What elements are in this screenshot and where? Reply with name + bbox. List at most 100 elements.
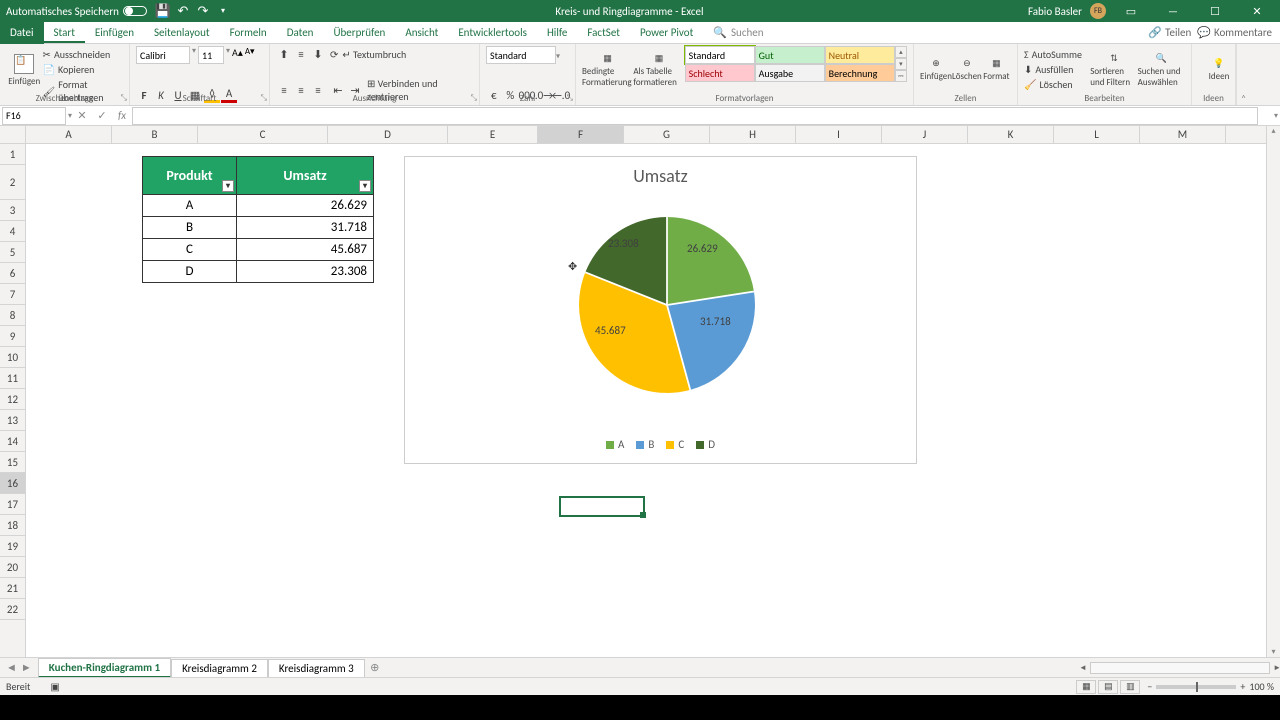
user-avatar[interactable]: FB	[1090, 3, 1106, 19]
tab-hilfe[interactable]: Hilfe	[537, 22, 577, 44]
vertical-scrollbar[interactable]: ▴ ▾	[1266, 126, 1280, 657]
row-header[interactable]: 8	[0, 305, 25, 326]
wrap-text-button[interactable]: ↵ Textumbruch	[342, 48, 406, 61]
sheet-nav-prev-icon[interactable]: ◄	[6, 661, 17, 674]
enter-fx-icon[interactable]: ✓	[92, 109, 112, 122]
row-header[interactable]: 14	[0, 431, 25, 452]
insert-cells-button[interactable]: ⊕Einfügen	[920, 46, 952, 94]
sheet-tab-3[interactable]: Kreisdiagramm 3	[268, 659, 365, 677]
zoom-slider[interactable]	[1156, 685, 1236, 689]
style-berechnung[interactable]: Berechnung	[825, 64, 895, 82]
row-header[interactable]: 5	[0, 242, 25, 263]
fx-icon[interactable]: fx	[112, 109, 132, 122]
tab-seitenlayout[interactable]: Seitenlayout	[144, 22, 220, 44]
worksheet-grid[interactable]: ABCDEFGHIJKLM 12345678910111213141516171…	[0, 126, 1280, 657]
column-header[interactable]: F	[538, 126, 624, 143]
tab-factset[interactable]: FactSet	[577, 22, 630, 44]
table-format-button[interactable]: ▦Als Tabelle formatieren	[633, 46, 684, 94]
tab-uberprufen[interactable]: Überprüfen	[323, 22, 395, 44]
column-header[interactable]: L	[1054, 126, 1140, 143]
column-header[interactable]: I	[796, 126, 882, 143]
pie-slice-a[interactable]	[667, 217, 754, 305]
number-format-input[interactable]	[486, 46, 556, 64]
column-header[interactable]: J	[882, 126, 968, 143]
row-header[interactable]: 4	[0, 221, 25, 242]
row-header[interactable]: 21	[0, 578, 25, 599]
chart-title[interactable]: Umsatz	[405, 165, 916, 187]
row-header[interactable]: 19	[0, 536, 25, 557]
table-row[interactable]: D23.308	[143, 260, 373, 282]
row-header[interactable]: 6	[0, 263, 25, 284]
row-header[interactable]: 16	[0, 473, 25, 494]
row-header[interactable]: 2	[0, 165, 25, 200]
row-header[interactable]: 13	[0, 410, 25, 431]
name-box[interactable]: F16	[2, 107, 66, 125]
font-size-input[interactable]	[198, 46, 224, 64]
column-header[interactable]: A	[26, 126, 112, 143]
paste-button[interactable]: 📋 Einfügen	[6, 46, 43, 94]
horizontal-scrollbar[interactable]	[1090, 662, 1270, 674]
cancel-fx-icon[interactable]: ✕	[72, 109, 92, 122]
align-top-icon[interactable]: ⬆	[276, 46, 292, 62]
style-standard[interactable]: Standard	[685, 46, 755, 64]
row-header[interactable]: 18	[0, 515, 25, 536]
table-row[interactable]: A26.629	[143, 194, 373, 216]
macro-record-icon[interactable]: ▣	[50, 680, 59, 693]
tab-file[interactable]: Datei	[0, 22, 44, 44]
view-page-break-icon[interactable]: ▥	[1120, 680, 1140, 694]
styles-down-icon[interactable]: ▾	[895, 58, 907, 70]
save-icon[interactable]: 💾	[155, 3, 171, 19]
clipboard-launcher-icon[interactable]: ⤡	[121, 93, 127, 103]
row-header[interactable]: 15	[0, 452, 25, 473]
find-select-button[interactable]: 🔍Suchen und Auswählen	[1138, 46, 1185, 94]
autosum-button[interactable]: Σ AutoSumme	[1024, 48, 1090, 61]
maximize-icon[interactable]: ☐	[1198, 0, 1232, 22]
select-all-cell[interactable]	[0, 126, 26, 144]
column-header[interactable]: B	[112, 126, 198, 143]
style-gut[interactable]: Gut	[755, 46, 825, 64]
user-name[interactable]: Fabio Basler	[1028, 5, 1082, 18]
share-button[interactable]: 🔗 Teilen	[1148, 26, 1191, 39]
row-header[interactable]: 11	[0, 368, 25, 389]
sheet-nav-next-icon[interactable]: ►	[21, 661, 32, 674]
comments-button[interactable]: 💬 Kommentare	[1197, 26, 1272, 39]
column-header[interactable]: G	[624, 126, 710, 143]
row-header[interactable]: 10	[0, 347, 25, 368]
ideas-button[interactable]: 💡Ideen	[1198, 46, 1240, 94]
tab-ansicht[interactable]: Ansicht	[395, 22, 448, 44]
align-mid-icon[interactable]: ≡	[293, 46, 309, 62]
column-header[interactable]: H	[710, 126, 796, 143]
tab-daten[interactable]: Daten	[277, 22, 324, 44]
format-cells-button[interactable]: ▦Format	[982, 46, 1011, 94]
ribbon-mode-icon[interactable]: ▭	[1114, 0, 1148, 22]
table-row[interactable]: C45.687	[143, 238, 373, 260]
tab-formeln[interactable]: Formeln	[220, 22, 277, 44]
column-header[interactable]: C	[198, 126, 328, 143]
qat-more-icon[interactable]: ▾	[215, 3, 231, 19]
add-sheet-icon[interactable]: ⊕	[365, 661, 385, 674]
table-header-umsatz[interactable]: Umsatz▾	[237, 157, 373, 194]
close-icon[interactable]: ✕	[1240, 0, 1274, 22]
alignment-launcher-icon[interactable]: ⤡	[471, 93, 477, 103]
tab-einfugen[interactable]: Einfügen	[85, 22, 144, 44]
orientation-icon[interactable]: ⟳	[330, 48, 338, 61]
chart-legend[interactable]: A B C D	[405, 438, 916, 451]
font-name-input[interactable]	[136, 46, 190, 64]
delete-cells-button[interactable]: ⊖Löschen	[952, 46, 982, 94]
cond-format-button[interactable]: ▦Bedingte Formatierung	[582, 46, 633, 94]
row-header[interactable]: 20	[0, 557, 25, 578]
filter-icon[interactable]: ▾	[222, 180, 234, 192]
style-neutral[interactable]: Neutral	[825, 46, 895, 64]
zoom-level[interactable]: 100 %	[1249, 680, 1274, 693]
view-page-layout-icon[interactable]: ▤	[1098, 680, 1118, 694]
fill-button[interactable]: ⬇ Ausfüllen	[1024, 63, 1090, 76]
row-header[interactable]: 3	[0, 200, 25, 221]
column-header[interactable]: D	[328, 126, 448, 143]
view-normal-icon[interactable]: ▦	[1076, 680, 1096, 694]
filter-icon[interactable]: ▾	[359, 180, 371, 192]
font-launcher-icon[interactable]: ⤡	[261, 93, 267, 103]
expand-formula-icon[interactable]: ▾	[1272, 111, 1280, 121]
sheet-tab-1[interactable]: Kuchen-Ringdiagramm 1	[38, 658, 171, 678]
style-schlecht[interactable]: Schlecht	[685, 64, 755, 82]
row-header[interactable]: 7	[0, 284, 25, 305]
